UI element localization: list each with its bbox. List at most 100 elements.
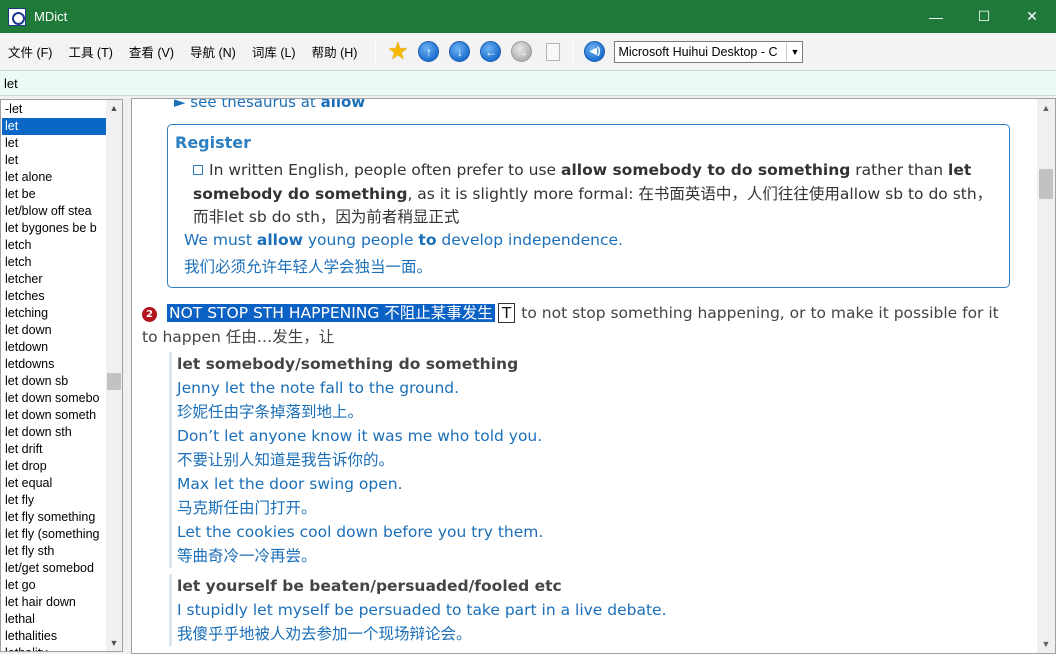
menu-help[interactable]: 帮助 (H): [304, 42, 366, 61]
word-list-item[interactable]: let down somebo: [2, 390, 106, 407]
word-list-item[interactable]: lethalities: [2, 628, 106, 645]
menu-navigate[interactable]: 导航 (N): [182, 42, 244, 61]
menu-view[interactable]: 查看 (V): [121, 42, 182, 61]
example-sentence: Jenny let the note fall to the ground.: [177, 379, 460, 397]
toolbar-separator: [375, 39, 377, 64]
example-sentence: Don’t let anyone know it was me who told…: [177, 427, 543, 445]
word-list-item[interactable]: lethal: [2, 611, 106, 628]
register-example: We must allow young people to develop in…: [184, 231, 623, 249]
pane-splitter[interactable]: [123, 96, 131, 654]
right-arrow-icon: →: [511, 41, 533, 62]
entry-scrollbar[interactable]: ▲ ▼: [1037, 99, 1055, 653]
register-title: Register: [175, 133, 252, 152]
register-box: Register In written English, people ofte…: [167, 124, 1010, 288]
word-list-item[interactable]: letdowns: [2, 356, 106, 373]
word-list-item[interactable]: let drift: [2, 441, 106, 458]
down-arrow-icon: ↓: [449, 41, 471, 62]
word-list-item[interactable]: letches: [2, 288, 106, 305]
word-list-item[interactable]: letdown: [2, 339, 106, 356]
example-translation: 珍妮任由字条掉落到地上。: [177, 403, 364, 421]
chevron-down-icon[interactable]: ▼: [786, 42, 802, 61]
voice-select[interactable]: Microsoft Huihui Desktop - C ▼: [614, 40, 804, 63]
word-list-item[interactable]: let down sb: [2, 373, 106, 390]
mdict-app-icon: [8, 7, 26, 26]
example-pattern: let somebody/something do something: [177, 355, 519, 373]
example-sentence: I stupidly let myself be persuaded to ta…: [177, 601, 667, 619]
search-input[interactable]: [0, 75, 1056, 91]
word-list-item[interactable]: let down someth: [2, 407, 106, 424]
scroll-down-icon[interactable]: ▼: [106, 635, 122, 651]
example-pattern: let yourself be beaten/persuaded/fooled …: [177, 577, 562, 595]
word-list-items: -let let let let let alone let be let/blow off…: [2, 101, 106, 651]
example-groups: let somebody/something do something Jenny…: [169, 352, 1009, 651]
word-list: -let let let let let alone let be let/blow off…: [0, 99, 123, 652]
sense-definition: 2 NOT STOP STH HAPPENING 不阻止某事发生 Tto not s…: [142, 301, 1012, 349]
word-list-item[interactable]: let bygones be b: [2, 220, 106, 237]
scroll-down-icon[interactable]: ▼: [1037, 635, 1055, 653]
word-list-item[interactable]: let down: [2, 322, 106, 339]
example-sentence: Let the cookies cool down before you try…: [177, 523, 544, 541]
word-list-item[interactable]: let fly (something: [2, 526, 106, 543]
back-button[interactable]: ←: [478, 39, 504, 65]
word-list-item[interactable]: let alone: [2, 169, 106, 186]
minimize-button[interactable]: —: [912, 0, 960, 33]
example-translation: 等曲奇冷一冷再尝。: [177, 547, 317, 565]
word-list-item[interactable]: lethality: [2, 645, 106, 651]
word-list-item[interactable]: let/blow off stea: [2, 203, 106, 220]
menu-tools[interactable]: 工具 (T): [60, 42, 120, 61]
menu-file[interactable]: 文件 (F): [0, 42, 60, 61]
checkbox-bullet-icon: [193, 165, 203, 175]
word-list-item[interactable]: let go: [2, 577, 106, 594]
sense-heading: NOT STOP STH HAPPENING 不阻止某事发生: [167, 304, 495, 322]
scroll-thumb[interactable]: [1039, 169, 1053, 199]
word-list-item[interactable]: let equal: [2, 475, 106, 492]
search-bar: [0, 70, 1056, 96]
thesaurus-link[interactable]: ► see thesaurus at allow: [174, 99, 365, 111]
word-list-item[interactable]: let: [2, 135, 106, 152]
word-list-item[interactable]: let/get somebod: [2, 560, 106, 577]
word-list-item[interactable]: let be: [2, 186, 106, 203]
word-list-item[interactable]: let fly: [2, 492, 106, 509]
entry-pane: ► see thesaurus at allow Register In wri…: [131, 98, 1056, 654]
scroll-up-icon[interactable]: ▲: [1037, 99, 1055, 117]
window-title: MDict: [34, 9, 68, 24]
menu-library[interactable]: 词库 (L): [244, 42, 304, 61]
maximize-button[interactable]: ☐: [960, 0, 1008, 33]
favorites-button[interactable]: ★: [385, 39, 411, 65]
previous-entry-button[interactable]: ↑: [416, 39, 442, 65]
speaker-icon: ◀): [584, 41, 606, 62]
up-arrow-icon: ↑: [418, 41, 440, 62]
word-list-item[interactable]: -let: [2, 101, 106, 118]
word-list-item[interactable]: letcher: [2, 271, 106, 288]
voice-select-value: Microsoft Huihui Desktop - C: [618, 44, 778, 59]
close-button[interactable]: ✕: [1008, 0, 1056, 33]
scroll-up-icon[interactable]: ▲: [106, 100, 122, 116]
scroll-thumb[interactable]: [107, 373, 121, 390]
entry-content: ► see thesaurus at allow Register In wri…: [132, 99, 1037, 651]
grammar-tag: T: [497, 303, 516, 323]
example-group: let somebody/something do something Jenny…: [169, 352, 1009, 568]
clipboard-icon: [545, 42, 560, 61]
toolbar-separator: [572, 39, 574, 64]
word-list-item[interactable]: let fly sth: [2, 543, 106, 560]
word-list-item[interactable]: let fly something: [2, 509, 106, 526]
word-list-item[interactable]: letch: [2, 237, 106, 254]
example-group: let yourself be beaten/persuaded/fooled …: [169, 574, 1009, 646]
word-list-item[interactable]: letching: [2, 305, 106, 322]
star-icon: ★: [387, 37, 409, 65]
next-entry-button[interactable]: ↓: [447, 39, 473, 65]
title-bar: MDict — ☐ ✕: [0, 0, 1056, 33]
word-list-item[interactable]: let hair down: [2, 594, 106, 611]
word-list-item[interactable]: let down sth: [2, 424, 106, 441]
word-list-item[interactable]: let: [2, 152, 106, 169]
word-list-item[interactable]: letch: [2, 254, 106, 271]
word-list-item[interactable]: let: [2, 118, 106, 135]
left-arrow-icon: ←: [480, 41, 502, 62]
word-list-item[interactable]: let drop: [2, 458, 106, 475]
forward-button[interactable]: →: [509, 39, 535, 65]
speak-button[interactable]: ◀): [582, 39, 608, 65]
menu-toolbar: 文件 (F) 工具 (T) 查看 (V) 导航 (N) 词库 (L) 帮助 (H…: [0, 33, 1056, 70]
register-note: In written English, people often prefer …: [193, 161, 993, 226]
copy-button[interactable]: [540, 39, 566, 65]
word-list-scrollbar[interactable]: ▲ ▼: [106, 100, 122, 651]
